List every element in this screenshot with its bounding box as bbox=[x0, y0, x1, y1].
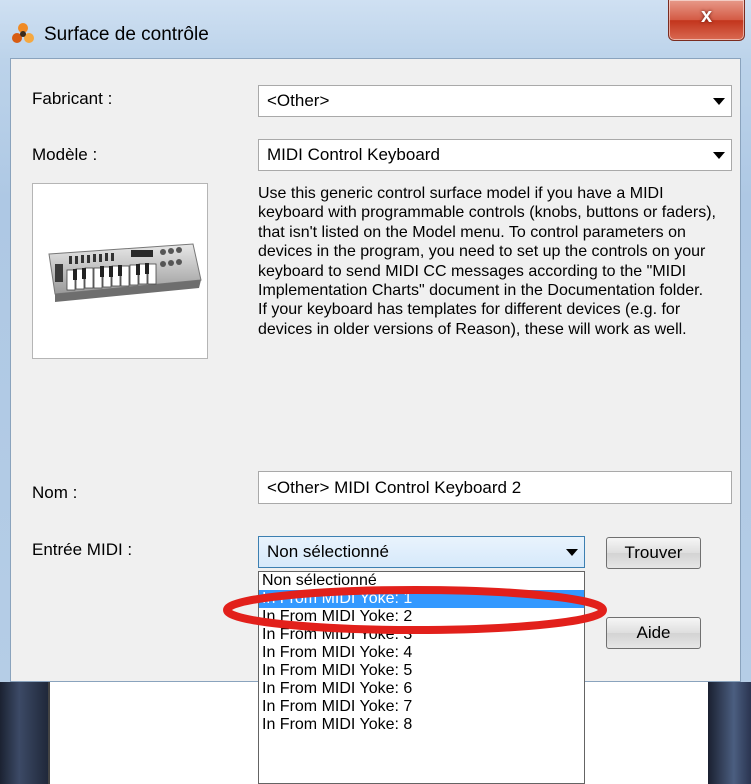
model-select[interactable]: MIDI Control Keyboard bbox=[258, 139, 732, 171]
dropdown-item[interactable]: In From MIDI Yoke: 6 bbox=[259, 680, 584, 698]
manufacturer-label: Fabricant : bbox=[32, 89, 113, 108]
model-label: Modèle : bbox=[32, 145, 98, 164]
chevron-down-icon bbox=[566, 549, 578, 556]
midi-input-value: Non sélectionné bbox=[267, 542, 389, 561]
description-paragraph: Use this generic control surface model i… bbox=[258, 185, 716, 300]
reason-app-icon bbox=[12, 23, 34, 43]
background-window-edge-right bbox=[708, 682, 751, 784]
description-paragraph: If your keyboard has templates for diffe… bbox=[258, 301, 687, 338]
manufacturer-value: <Other> bbox=[267, 91, 330, 110]
help-button[interactable]: Aide bbox=[606, 617, 701, 649]
name-label: Nom : bbox=[32, 483, 78, 502]
dropdown-item[interactable]: In From MIDI Yoke: 2 bbox=[259, 608, 584, 626]
close-icon: x bbox=[700, 5, 713, 27]
window-title: Surface de contrôle bbox=[44, 24, 209, 45]
model-value: MIDI Control Keyboard bbox=[267, 145, 440, 164]
dropdown-item[interactable]: In From MIDI Yoke: 5 bbox=[259, 662, 584, 680]
name-input-value: <Other> MIDI Control Keyboard 2 bbox=[267, 478, 522, 497]
midi-input-select[interactable]: Non sélectionné bbox=[258, 536, 585, 568]
dropdown-item[interactable]: In From MIDI Yoke: 4 bbox=[259, 644, 584, 662]
name-input[interactable]: <Other> MIDI Control Keyboard 2 bbox=[258, 471, 732, 504]
chevron-down-icon bbox=[713, 152, 725, 159]
model-preview bbox=[32, 183, 208, 359]
midi-keyboard-image bbox=[48, 243, 202, 302]
manufacturer-select[interactable]: <Other> bbox=[258, 85, 732, 117]
dropdown-item-selected[interactable]: In From MIDI Yoke: 1 bbox=[259, 590, 584, 608]
dropdown-item[interactable]: In From MIDI Yoke: 3 bbox=[259, 626, 584, 644]
title-bar[interactable]: Surface de contrôle x bbox=[0, 0, 751, 58]
background-window-edge-left bbox=[0, 682, 48, 784]
dropdown-item[interactable]: In From MIDI Yoke: 7 bbox=[259, 698, 584, 716]
midi-input-label: Entrée MIDI : bbox=[32, 540, 133, 559]
find-button[interactable]: Trouver bbox=[606, 537, 701, 569]
midi-input-dropdown-list[interactable]: Non sélectionné In From MIDI Yoke: 1 In … bbox=[258, 571, 585, 784]
close-button[interactable]: x bbox=[668, 0, 745, 41]
dropdown-item[interactable]: In From MIDI Yoke: 8 bbox=[259, 716, 584, 734]
dropdown-item[interactable]: Non sélectionné bbox=[259, 572, 584, 590]
model-description: Use this generic control surface model i… bbox=[258, 184, 732, 339]
chevron-down-icon bbox=[713, 98, 725, 105]
